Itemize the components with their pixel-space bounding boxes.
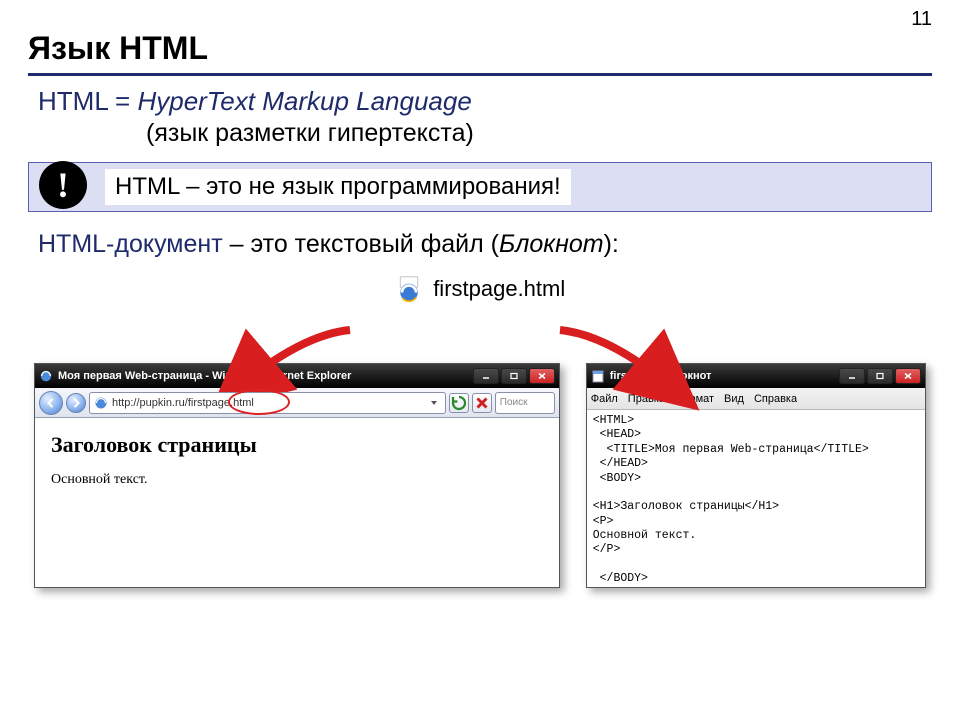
definition-translation: (язык разметки гипертекста) xyxy=(146,119,932,148)
page-number: 11 xyxy=(911,8,932,31)
menu-view[interactable]: Вид xyxy=(724,393,744,405)
file-center: firstpage.html xyxy=(28,275,932,303)
notepad-content[interactable]: <HTML> <HEAD> <TITLE>Моя первая Web-стра… xyxy=(587,410,925,587)
file-name: firstpage.html xyxy=(433,276,565,301)
ie-content: Заголовок страницы Основной текст. xyxy=(35,418,559,587)
ie-titlebar-icon xyxy=(39,369,53,383)
note-text: HTML – это не язык программирования! xyxy=(105,169,571,205)
doc-line-app: Блокнот xyxy=(499,230,604,258)
address-bar[interactable]: http://pupkin.ru/firstpage.html xyxy=(89,392,446,414)
menu-help[interactable]: Справка xyxy=(754,393,797,405)
ie-window: Моя первая Web-страница - Windows Intern… xyxy=(34,363,560,588)
exclamation-icon: ! xyxy=(39,161,87,209)
stop-button[interactable] xyxy=(472,393,492,413)
minimize-button[interactable] xyxy=(473,368,499,384)
page-heading: Заголовок страницы xyxy=(51,432,543,458)
def-lhs: HTML = xyxy=(38,86,137,116)
def-expansion: HyperText Markup Language xyxy=(137,86,471,116)
ie-file-icon xyxy=(395,275,423,303)
slide-title: Язык HTML xyxy=(28,30,932,67)
maximize-button[interactable] xyxy=(867,368,893,384)
doc-line-term: HTML-документ xyxy=(38,230,223,258)
definition-line: HTML = HyperText Markup Language xyxy=(38,86,932,117)
back-button[interactable] xyxy=(39,391,63,415)
address-dropdown-icon[interactable] xyxy=(427,393,441,413)
ie-favicon-icon xyxy=(94,396,108,410)
ie-toolbar: http://pupkin.ru/firstpage.html Поиск xyxy=(35,388,559,418)
maximize-button[interactable] xyxy=(501,368,527,384)
document-line: HTML-документ – это текстовый файл (Блок… xyxy=(38,230,932,259)
search-placeholder: Поиск xyxy=(500,397,528,408)
minimize-button[interactable] xyxy=(839,368,865,384)
doc-line-b: – это текстовый файл ( xyxy=(223,230,499,258)
search-input[interactable]: Поиск xyxy=(495,392,555,414)
refresh-button[interactable] xyxy=(449,393,469,413)
note-bar: ! HTML – это не язык программирования! xyxy=(28,162,932,212)
doc-line-d: ): xyxy=(604,230,619,258)
page-paragraph: Основной текст. xyxy=(51,472,543,488)
annotation-circle xyxy=(228,389,290,415)
arrow-right-icon xyxy=(550,320,700,410)
close-button[interactable] xyxy=(895,368,921,384)
title-rule xyxy=(28,73,932,76)
forward-button[interactable] xyxy=(66,393,86,413)
